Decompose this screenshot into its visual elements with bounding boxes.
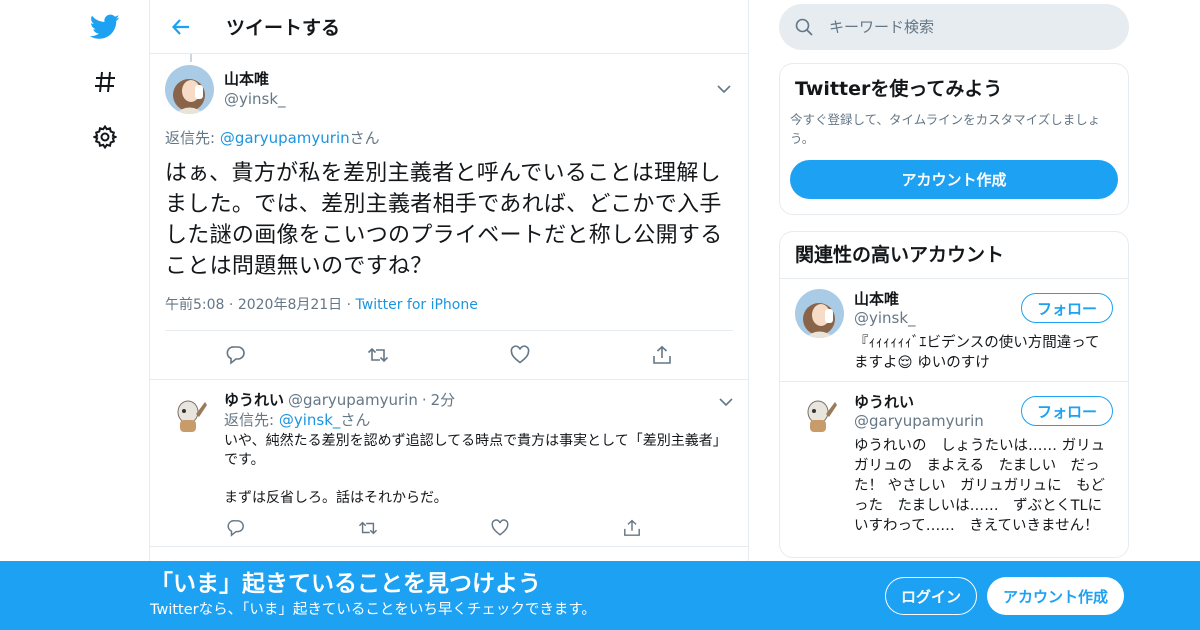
hashtag-icon[interactable] <box>90 67 120 97</box>
signup-card-title: Twitterを使ってみよう <box>795 78 1003 100</box>
page-title: ツイートする <box>226 17 341 39</box>
back-arrow-icon[interactable] <box>166 12 196 42</box>
related-accounts-title: 関連性の高いアカウント <box>780 232 1128 279</box>
reply-to-link[interactable]: @garyupamyurin <box>220 129 350 147</box>
follow-button[interactable]: フォロー <box>1021 396 1113 426</box>
tweet-date[interactable]: 2020年8月21日 <box>238 297 342 313</box>
avatar[interactable] <box>795 289 844 338</box>
signup-card: Twitterを使ってみよう 今すぐ登録して、タイムラインをカスタマイズしましょ… <box>779 63 1129 215</box>
avatar[interactable] <box>165 64 214 114</box>
reply-icon[interactable] <box>224 343 248 367</box>
retweet-icon[interactable] <box>366 343 390 367</box>
reply-to-link[interactable]: @yinsk_ <box>279 411 341 429</box>
create-account-button[interactable]: アカウント作成 <box>987 577 1124 615</box>
reply-actions <box>224 516 644 540</box>
reply-to-prefix: 返信先: <box>165 129 220 147</box>
settings-icon[interactable] <box>90 122 120 152</box>
main-column: ツイートする 山本唯 @yinsk_ 返信先: @garyupamyurinさん… <box>149 0 749 630</box>
tweet-source[interactable]: Twitter for iPhone <box>356 297 478 313</box>
reply-to: 返信先: @garyupamyurinさん <box>165 128 733 148</box>
share-icon[interactable] <box>650 343 674 367</box>
reply-to-suffix: さん <box>349 129 380 147</box>
like-icon[interactable] <box>488 516 512 540</box>
banner-title: 「いま」起きていることを見つけよう <box>150 571 541 597</box>
account-bio: 『ｨｨｨｨｨｨﾞｴビデンスの使い方間違ってますよ😌 ゆいのすけ <box>854 335 1100 371</box>
create-account-button[interactable]: アカウント作成 <box>790 160 1118 199</box>
author-name[interactable]: 山本唯 <box>224 69 715 89</box>
tweet-author: 山本唯 @yinsk_ <box>165 64 733 114</box>
share-icon[interactable] <box>620 516 644 540</box>
follow-button[interactable]: フォロー <box>1021 293 1113 323</box>
page-header: ツイートする <box>150 0 748 54</box>
tweet-time[interactable]: 午前5:08 <box>165 297 224 313</box>
reply-author-handle[interactable]: @garyupamyurin <box>288 390 418 410</box>
avatar[interactable] <box>165 392 214 441</box>
search-bar[interactable] <box>779 4 1129 50</box>
avatar[interactable] <box>795 392 844 441</box>
related-accounts-card: 関連性の高いアカウント フォロー 山本唯 @yinsk_ 『ｨｨｨｨｨｨﾞｴビデ… <box>779 231 1129 558</box>
meta-dot: · <box>228 297 234 313</box>
account-bio: ゆうれいの しょうたいは…… ガリュガリュの まよえる たましい だった！ やさ… <box>854 438 1106 534</box>
reply-text: いや、純然たる差別を認めず追認してる時点で貴方は事実として「差別主義者」です。 … <box>224 433 727 506</box>
tweet-meta: 午前5:08 · 2020年8月21日 · Twitter for iPhone <box>165 295 733 331</box>
reply-to: 返信先: @yinsk_さん <box>224 410 733 430</box>
twitter-logo-icon[interactable] <box>90 12 120 42</box>
meta-dot: · <box>421 391 427 409</box>
login-button[interactable]: ログイン <box>885 577 977 615</box>
like-icon[interactable] <box>508 343 532 367</box>
search-icon <box>795 17 815 37</box>
account-item[interactable]: フォロー 山本唯 @yinsk_ 『ｨｨｨｨｨｨﾞｴビデンスの使い方間違ってます… <box>780 279 1128 382</box>
banner-subtitle: Twitterなら、「いま」起きていることをいち早くチェックできます。 <box>150 602 596 618</box>
account-item[interactable]: フォロー ゆうれい @garyupamyurin ゆうれいの しょうたいは…… … <box>780 382 1128 546</box>
search-input[interactable] <box>829 18 1109 36</box>
reply-icon[interactable] <box>224 516 248 540</box>
signup-banner: 「いま」起きていることを見つけよう Twitterなら、「いま」起きていることを… <box>0 561 1200 630</box>
reply-header: ゆうれい @garyupamyurin · 2分 <box>224 390 733 410</box>
author-handle[interactable]: @yinsk_ <box>224 89 715 109</box>
chevron-down-icon[interactable] <box>715 80 733 98</box>
chevron-down-icon[interactable] <box>719 392 733 411</box>
retweet-icon[interactable] <box>356 516 380 540</box>
focused-tweet: 山本唯 @yinsk_ 返信先: @garyupamyurinさん はぁ、貴方が… <box>150 54 748 379</box>
reply-age[interactable]: 2分 <box>431 390 456 410</box>
reply-to-prefix: 返信先: <box>224 411 279 429</box>
signup-card-description: 今すぐ登録して、タイムラインをカスタマイズしましょう。 <box>790 112 1101 146</box>
reply-tweet[interactable]: ゆうれい @garyupamyurin · 2分 返信先: @yinsk_さん … <box>150 379 748 547</box>
tweet-text: はぁ、貴方が私を差別主義者と呼んでいることは理解しました。では、差別主義者相手で… <box>165 161 723 279</box>
thread-connector <box>190 54 192 62</box>
reply-to-suffix: さん <box>340 411 371 429</box>
reply-author-name[interactable]: ゆうれい <box>224 390 284 410</box>
tweet-actions <box>165 331 733 379</box>
meta-dot: · <box>346 297 352 313</box>
